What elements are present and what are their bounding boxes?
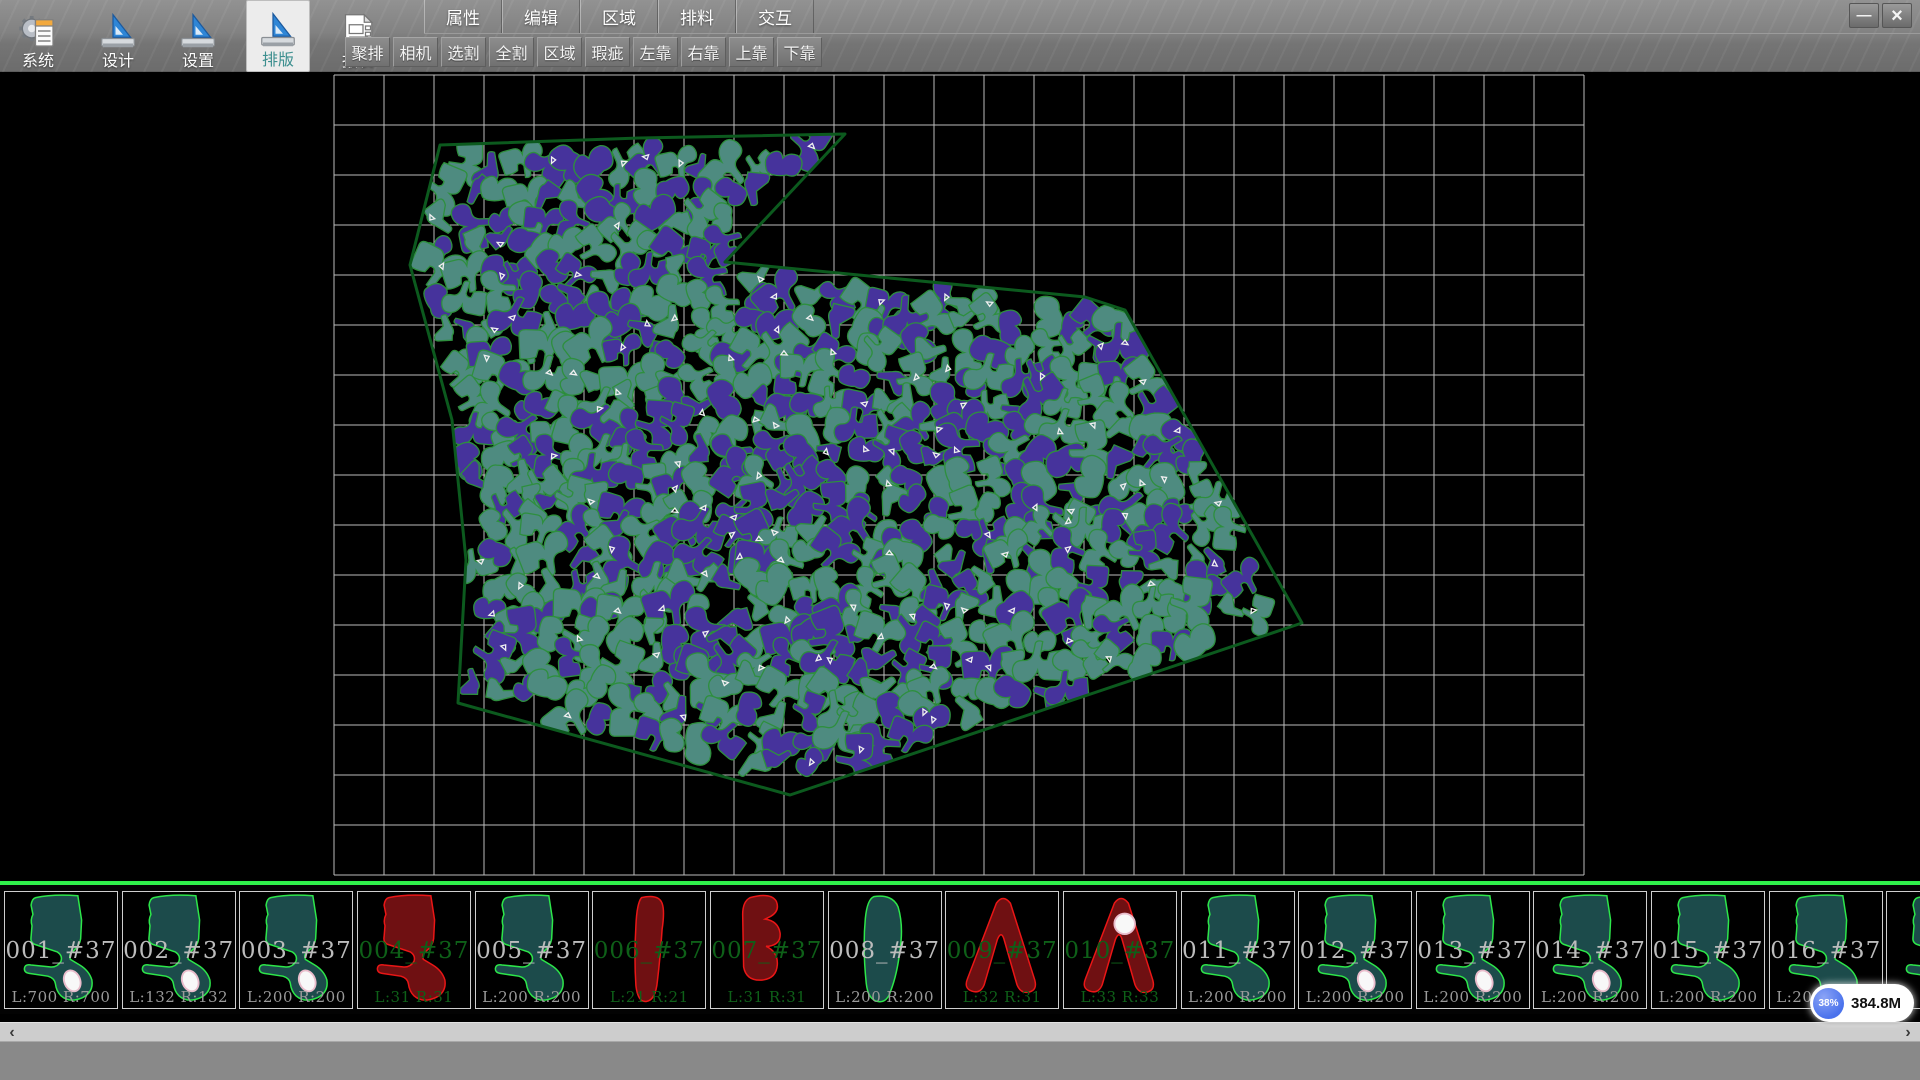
parts-strip: 001_#37L:700 R:700002_#37L:132 R:132003_… [0, 885, 1920, 1014]
minimize-button[interactable]: — [1849, 3, 1879, 28]
part-shape [476, 892, 588, 1008]
part-hole [1114, 914, 1135, 935]
action-align-top-button[interactable]: 上靠 [729, 37, 774, 67]
action-region-button[interactable]: 区域 [537, 37, 582, 67]
memory-badge: 38% 384.8M [1810, 984, 1914, 1022]
part-cell[interactable]: 009_#37L:32 R:31 [945, 891, 1059, 1009]
part-cell[interactable]: 004_#37L:31 R:31 [357, 891, 471, 1009]
tab-nest[interactable]: 排料 [658, 0, 736, 33]
part-shape [1182, 892, 1294, 1008]
app-toolbar: 系统设计设置排版报表 属性编辑区域排料交互 聚排相机选割全割区域瑕疵左靠右靠上靠… [0, 0, 1920, 72]
tab-region[interactable]: 区域 [580, 0, 658, 33]
part-shape [1652, 892, 1764, 1008]
part-shape [711, 892, 823, 1008]
part-shape [946, 892, 1058, 1008]
part-shape [358, 892, 470, 1008]
tab-interact[interactable]: 交互 [736, 0, 814, 33]
part-cell[interactable]: 013_#37L:200 R:200 [1416, 891, 1530, 1009]
part-cell[interactable]: 008_#37L:200 R:200 [828, 891, 942, 1009]
memory-percent-circle: 38% [1813, 988, 1844, 1019]
scroll-left-arrow-icon[interactable]: ‹ [2, 1023, 22, 1042]
action-defect-button[interactable]: 瑕疵 [585, 37, 630, 67]
system-button[interactable]: 系统 [6, 0, 70, 72]
part-cell[interactable]: 010_#37L:33 R:33 [1063, 891, 1177, 1009]
part-cell[interactable]: 001_#37L:700 R:700 [4, 891, 118, 1009]
part-shape [240, 892, 352, 1008]
part-shape [593, 892, 705, 1008]
triangle-ruler-icon [98, 11, 138, 51]
action-camera-button[interactable]: 相机 [393, 37, 438, 67]
action-align-bottom-button[interactable]: 下靠 [777, 37, 822, 67]
memory-value: 384.8M [1851, 995, 1901, 1012]
part-shape [123, 892, 235, 1008]
action-cluster-nest-button[interactable]: 聚排 [345, 37, 390, 67]
tab-properties[interactable]: 属性 [424, 0, 502, 33]
part-shape [5, 892, 117, 1008]
nesting-button-label: 排版 [262, 52, 294, 70]
part-shape [829, 892, 941, 1008]
menu-tab-row: 属性编辑区域排料交互 [424, 0, 1920, 34]
settings-button[interactable]: 设置 [166, 0, 230, 72]
triangle-ruler-icon [258, 10, 298, 50]
part-shape [1417, 892, 1529, 1008]
nesting-canvas[interactable] [0, 72, 1920, 882]
nested-pieces [404, 112, 1279, 786]
triangle-ruler-icon [178, 11, 218, 51]
action-align-right-button[interactable]: 右靠 [681, 37, 726, 67]
part-cell[interactable]: 015_#37L:200 R:200 [1651, 891, 1765, 1009]
nesting-button[interactable]: 排版 [246, 0, 310, 72]
gear-document-icon [18, 11, 58, 51]
parts-separator-line [0, 881, 1920, 885]
action-align-left-button[interactable]: 左靠 [633, 37, 678, 67]
tab-edit[interactable]: 编辑 [502, 0, 580, 33]
part-cell[interactable]: 011_#37L:200 R:200 [1181, 891, 1295, 1009]
settings-button-label: 设置 [182, 53, 214, 71]
horizontal-scrollbar[interactable]: ‹ › [0, 1022, 1920, 1041]
action-button-row: 聚排相机选割全割区域瑕疵左靠右靠上靠下靠 [345, 37, 825, 68]
design-button-label: 设计 [102, 53, 134, 71]
action-select-cut-button[interactable]: 选割 [441, 37, 486, 67]
part-cell[interactable]: 007_#37L:31 R:31 [710, 891, 824, 1009]
part-cell[interactable]: 002_#37L:132 R:132 [122, 891, 236, 1009]
part-cell[interactable]: 012_#37L:200 R:200 [1298, 891, 1412, 1009]
part-cell[interactable]: 006_#37L:21 R:21 [592, 891, 706, 1009]
part-cell[interactable]: 014_#37L:200 R:200 [1533, 891, 1647, 1009]
part-cell[interactable]: 005_#37L:200 R:200 [475, 891, 589, 1009]
status-bar [0, 1041, 1920, 1080]
nested-piece[interactable] [894, 481, 931, 516]
system-button-label: 系统 [22, 53, 54, 71]
part-shape [1534, 892, 1646, 1008]
close-button[interactable]: × [1882, 3, 1912, 28]
part-cell[interactable]: 003_#37L:200 R:200 [239, 891, 353, 1009]
action-cut-all-button[interactable]: 全割 [489, 37, 534, 67]
part-shape [1299, 892, 1411, 1008]
design-button[interactable]: 设计 [86, 0, 150, 72]
scroll-right-arrow-icon[interactable]: › [1898, 1023, 1918, 1042]
part-shape [1064, 892, 1176, 1008]
